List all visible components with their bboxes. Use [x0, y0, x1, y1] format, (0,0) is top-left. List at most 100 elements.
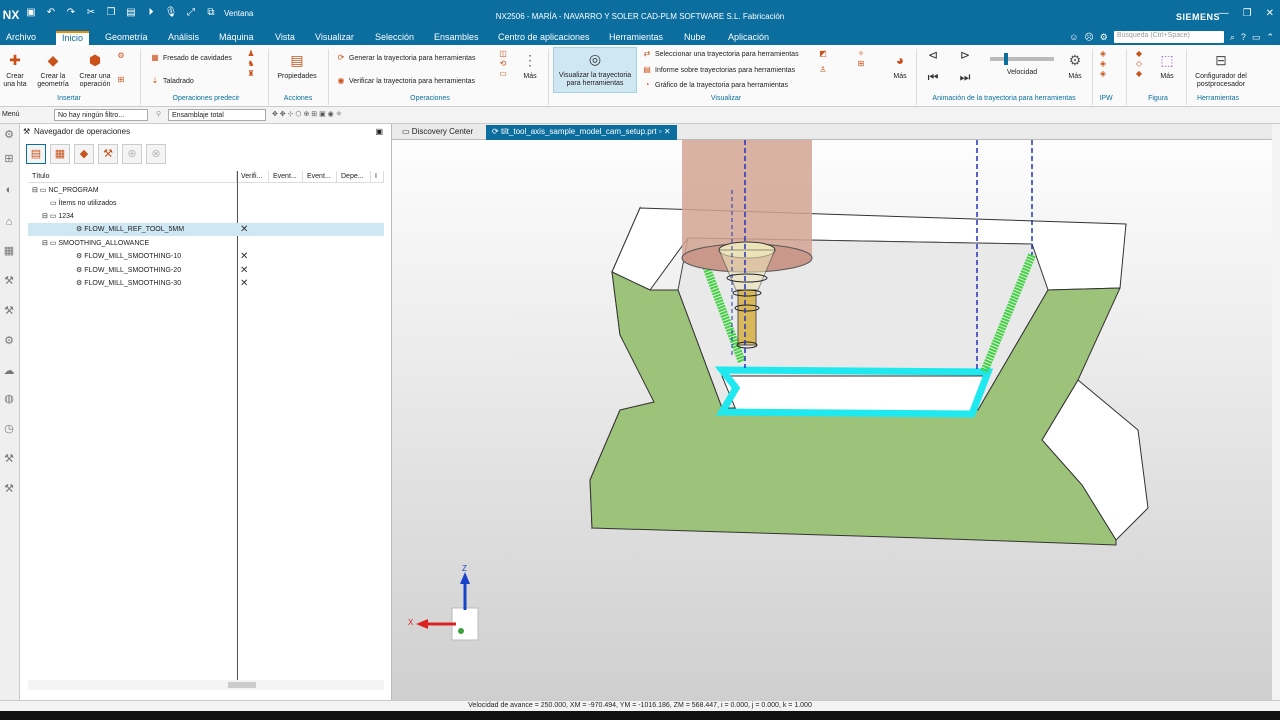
ipw-icons[interactable]: ◈ ◈ ◈ — [1098, 49, 1118, 79]
web-browser-icon[interactable]: ◍ — [2, 392, 16, 406]
group-herramientas: Herramientas — [1196, 95, 1239, 102]
menu-centro-aplicaciones[interactable]: Centro de aplicaciones — [492, 31, 596, 45]
search-icon[interactable]: ⌕ — [1230, 32, 1235, 43]
frown-icon[interactable]: ☹ — [1084, 32, 1093, 43]
add-to-navigator-icon[interactable]: ⊕ — [122, 144, 142, 164]
selection-tools-icons[interactable]: ✥ ✥ ⊹ ⬡ ⊕ ⊞ ▣ ◉ ⚛ — [272, 109, 342, 121]
help-icon[interactable]: ? — [1241, 32, 1246, 42]
group-acciones: Acciones — [283, 95, 313, 102]
tree-row[interactable]: ⚙ FLOW_MILL_REF_TOOL_5MM ✕ — [28, 223, 384, 236]
tree-row[interactable]: ⊟ ▭ 1234 — [28, 210, 384, 223]
settings-icon[interactable]: ⚙ — [1100, 32, 1108, 43]
more-figure-button[interactable]: ⬚ Más — [1154, 49, 1180, 81]
cavity-mill-button[interactable]: ▦ Fresado de cavidades — [150, 53, 232, 63]
more-visualize-button[interactable]: ◕ Más — [886, 49, 914, 81]
tab-discovery-center[interactable]: ▭ Discovery Center — [396, 125, 479, 140]
tree-row[interactable]: ⊟ ▭ SMOOTHING_ALLOWANCE — [28, 237, 384, 250]
col-verificar: Verifi... — [237, 171, 269, 182]
resource-bar: ⚙ ⊞ ◐ ⌂ ▦ ⚒ ⚒ ⚙ ☁ ◍ ◷ ⚒ ⚒ — [0, 124, 20, 700]
figure-icons[interactable]: ◆ ◇ ◆ — [1134, 49, 1150, 79]
visualize-toolpath-button[interactable]: ◎ Visualizar la trayectoria para herrami… — [553, 47, 637, 93]
restore-icon[interactable]: ❐ — [1243, 8, 1252, 19]
menu-ensambles[interactable]: Ensambles — [428, 31, 485, 45]
search-input[interactable]: Búsqueda (Ctrl+Space) — [1113, 31, 1224, 43]
operations-extra-icons[interactable]: ◫ ⟲ ▭ — [498, 49, 512, 79]
speed-slider[interactable] — [990, 53, 1054, 65]
machine-tool-icon[interactable]: ⚒ — [2, 274, 16, 288]
panel-icon[interactable]: ▭ — [1252, 32, 1261, 43]
more-operations-button[interactable]: ⋮ Más — [518, 49, 542, 81]
part-navigator-icon[interactable]: ⊞ — [2, 152, 16, 166]
menu-maquina[interactable]: Máquina — [213, 31, 260, 45]
tab-part-file[interactable]: ⟳ tilt_tool_axis_sample_model_cam_setup.… — [486, 125, 677, 140]
verify-toolpath-button[interactable]: ◉ Verificar la trayectoria para herramien… — [336, 76, 476, 86]
menu-dropdown[interactable]: Menú — [2, 109, 20, 121]
toolpath-report-button[interactable]: ▤ Informe sobre trayectorias para herrami… — [642, 65, 795, 75]
visualize-icon: ◎ — [588, 51, 602, 67]
assembly-dropdown[interactable]: Ensamblaje total — [168, 109, 266, 121]
generate-icon: ⟳ — [337, 53, 345, 62]
assembly-navigator-icon[interactable]: ◐ — [2, 184, 16, 198]
roles-icon[interactable]: ⚒ — [2, 452, 16, 466]
remove-from-navigator-icon[interactable]: ⊗ — [146, 144, 166, 164]
more-animation-button[interactable]: ⚙ Más — [1062, 49, 1088, 81]
geometry-view-icon[interactable]: ◆ — [74, 144, 94, 164]
tree-row[interactable]: ⚙ FLOW_MILL_SMOOTHING-10 ✕ — [28, 250, 384, 263]
navigator-icon: ⚒ — [23, 127, 31, 136]
menu-seleccion[interactable]: Selección — [369, 31, 420, 45]
horizontal-scrollbar[interactable] — [28, 680, 384, 690]
more-icon: ⋮ — [523, 52, 537, 68]
minimize-icon[interactable]: — — [1219, 8, 1229, 19]
group-animacion: Animación de la trayectoria para herrami… — [932, 95, 1076, 102]
menu-inicio[interactable]: Inicio — [56, 31, 90, 45]
rewind-button[interactable]: ⏮ — [922, 71, 944, 83]
play-step-button[interactable]: ⊳ — [954, 49, 976, 61]
history-icon[interactable]: ◷ — [2, 422, 16, 436]
create-geometry-button[interactable]: ◆ Crear la geometría — [34, 49, 72, 89]
close-icon[interactable]: ✕ — [1266, 8, 1274, 19]
tree-row[interactable]: ▭ Ítems no utilizados — [28, 197, 384, 210]
machine-navigator-icon[interactable]: ▦ — [2, 244, 16, 258]
fast-forward-button[interactable]: ⏭ — [954, 71, 976, 83]
machine-tool-view-icon[interactable]: ▦ — [50, 144, 70, 164]
graphics-window[interactable]: Z X — [392, 140, 1272, 700]
menu-geometria[interactable]: Geometría — [99, 31, 154, 45]
ribbon-minimize-icon[interactable]: ⌃ — [1266, 32, 1274, 43]
display-extra-icons[interactable]: ✧ ⊞ — [856, 49, 876, 69]
operation-navigator-icon[interactable]: ⌂ — [2, 216, 16, 230]
drilling-button[interactable]: ⇣ Taladrado — [150, 76, 194, 86]
select-toolpath-button[interactable]: ⇄ Seleccionar una trayectoria para herram… — [642, 49, 799, 59]
tree-row[interactable]: ⚙ FLOW_MILL_SMOOTHING-30 ✕ — [28, 277, 384, 290]
maximize-panel-icon[interactable]: ▣ — [375, 127, 383, 136]
properties-button[interactable]: ▤ Propiedades — [274, 49, 320, 81]
menu-herramientas[interactable]: Herramientas — [603, 31, 669, 45]
visualize-extra-icons[interactable]: ◩ ♙ — [818, 49, 840, 75]
program-order-view-icon[interactable]: ▤ — [26, 144, 46, 164]
filter-icon[interactable]: ⚲ — [156, 109, 161, 121]
tree-row[interactable]: ⊟ ▭ NC_PROGRAM — [28, 184, 384, 197]
prev-step-button[interactable]: ⊲ — [922, 49, 944, 61]
machining-method-view-icon[interactable]: ⚒ — [98, 144, 118, 164]
postprocessor-configurator-button[interactable]: ⊟ Configurador del postprocesador — [1190, 49, 1252, 89]
tree-row[interactable]: ⚙ FLOW_MILL_SMOOTHING-20 ✕ — [28, 264, 384, 277]
settings-resource-icon[interactable]: ⚙ — [2, 128, 16, 142]
menu-aplicacion[interactable]: Aplicación — [722, 31, 775, 45]
menu-visualizar[interactable]: Visualizar — [309, 31, 360, 45]
filter-dropdown[interactable]: No hay ningún filtro... — [54, 109, 148, 121]
ribbon: ✚ Crear una hta ◆ Crear la geometría ⬢ C… — [0, 45, 1280, 107]
menu-archivo[interactable]: Archivo — [0, 31, 42, 45]
menu-vista[interactable]: Vista — [269, 31, 301, 45]
smiley-icon[interactable]: ☺ — [1069, 32, 1078, 42]
create-tool-button[interactable]: ✚ Crear una hta — [2, 49, 28, 89]
predict-extra-icons[interactable]: ♟ ♞ ♜ — [246, 49, 260, 79]
menu-analisis[interactable]: Análisis — [162, 31, 205, 45]
create-operation-button[interactable]: ⬢ Crear una operación — [76, 49, 114, 89]
machining-knowledge-icon[interactable]: ⚒ — [2, 482, 16, 496]
tool-library-icon[interactable]: ⚙ — [2, 334, 16, 348]
generate-toolpath-button[interactable]: ⟳ Generar la trayectoria para herramienta… — [336, 53, 476, 63]
toolpath-graph-button[interactable]: ◔ Gráfico de la trayectoria para herramie… — [642, 80, 788, 90]
reuse-library-icon[interactable]: ☁ — [2, 364, 16, 378]
insert-extra-icons[interactable]: ⚙ ⊞ — [116, 51, 134, 85]
menu-nube[interactable]: Nube — [678, 31, 712, 45]
feature-icon[interactable]: ⚒ — [2, 304, 16, 318]
